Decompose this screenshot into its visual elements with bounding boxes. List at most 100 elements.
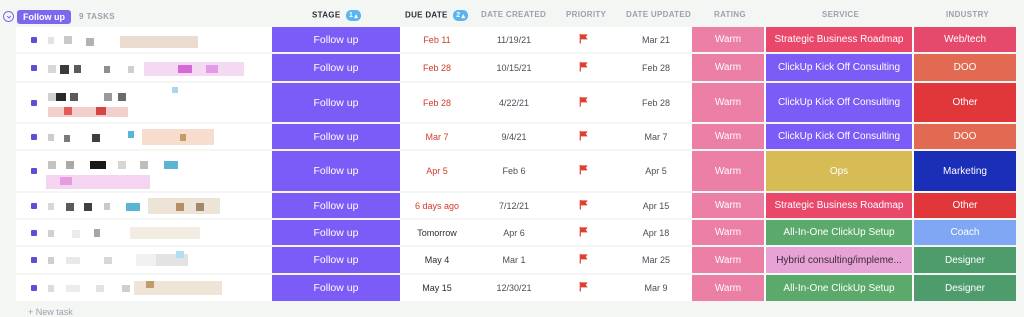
column-header-industry[interactable]: INDUSTRY bbox=[946, 10, 989, 19]
table-row[interactable]: Follow up Feb 28 4/22/21 Feb 28 Warm ClickUp … bbox=[0, 83, 1024, 124]
flag-icon[interactable] bbox=[578, 199, 589, 213]
flag-icon[interactable] bbox=[578, 281, 589, 295]
column-header-stage-label: STAGE bbox=[312, 10, 341, 20]
industry-cell[interactable]: Coach bbox=[914, 220, 1016, 245]
service-cell[interactable]: Strategic Business Roadmap bbox=[766, 27, 912, 52]
table-row[interactable]: Follow up May 4 Mar 1 Mar 25 Warm Hybrid cons… bbox=[0, 247, 1024, 275]
rating-cell[interactable]: Warm bbox=[692, 247, 764, 273]
priority-cell[interactable] bbox=[560, 220, 606, 245]
rating-cell[interactable]: Warm bbox=[692, 27, 764, 52]
stage-cell[interactable]: Follow up bbox=[272, 124, 400, 149]
redacted-task-name bbox=[118, 161, 126, 169]
due-date-cell[interactable]: 6 days ago bbox=[402, 193, 472, 218]
table-row[interactable]: Follow up Feb 11 11/19/21 Mar 21 Warm Strateg… bbox=[0, 27, 1024, 54]
industry-cell[interactable]: Marketing bbox=[914, 151, 1016, 191]
collapse-group-icon[interactable] bbox=[3, 11, 14, 22]
date-created-cell: Feb 6 bbox=[502, 166, 526, 176]
due-date-sort-badge[interactable]: 2 ▴ bbox=[453, 10, 469, 21]
task-status-icon[interactable] bbox=[31, 203, 37, 209]
industry-cell[interactable]: Other bbox=[914, 83, 1016, 122]
rating-cell[interactable]: Warm bbox=[692, 193, 764, 218]
flag-icon[interactable] bbox=[578, 61, 589, 75]
column-header-date-updated[interactable]: DATE UPDATED bbox=[626, 10, 691, 19]
industry-cell[interactable]: DOO bbox=[914, 54, 1016, 81]
service-cell[interactable]: Ops bbox=[766, 151, 912, 191]
task-status-icon[interactable] bbox=[31, 134, 37, 140]
column-header-priority[interactable]: PRIORITY bbox=[566, 10, 606, 19]
industry-cell[interactable]: Designer bbox=[914, 275, 1016, 301]
industry-cell[interactable]: Web/tech bbox=[914, 27, 1016, 52]
table-row[interactable]: Follow up Mar 7 9/4/21 Mar 7 Warm ClickUp Kic… bbox=[0, 124, 1024, 151]
task-status-icon[interactable] bbox=[31, 65, 37, 71]
priority-cell[interactable] bbox=[560, 54, 606, 81]
stage-cell[interactable]: Follow up bbox=[272, 54, 400, 81]
rating-cell[interactable]: Warm bbox=[692, 151, 764, 191]
flag-icon[interactable] bbox=[578, 253, 589, 267]
stage-sort-badge[interactable]: 1 ▴ bbox=[346, 10, 362, 21]
table-row[interactable]: Follow up Apr 5 Feb 6 Apr 5 Warm Ops Marketing bbox=[0, 151, 1024, 193]
redacted-task-name bbox=[74, 65, 81, 73]
priority-cell[interactable] bbox=[560, 247, 606, 273]
column-header-date-created[interactable]: DATE CREATED bbox=[481, 10, 546, 19]
stage-cell[interactable]: Follow up bbox=[272, 83, 400, 122]
service-cell[interactable]: Strategic Business Roadmap bbox=[766, 193, 912, 218]
rating-cell[interactable]: Warm bbox=[692, 275, 764, 301]
task-status-icon[interactable] bbox=[31, 37, 37, 43]
table-row[interactable]: Follow up 6 days ago 7/12/21 Apr 15 Warm Stra… bbox=[0, 193, 1024, 220]
service-cell[interactable]: ClickUp Kick Off Consulting bbox=[766, 54, 912, 81]
stage-cell[interactable]: Follow up bbox=[272, 151, 400, 191]
task-status-icon[interactable] bbox=[31, 168, 37, 174]
flag-icon[interactable] bbox=[578, 130, 589, 144]
priority-cell[interactable] bbox=[560, 124, 606, 149]
service-cell[interactable]: All-In-One ClickUp Setup bbox=[766, 220, 912, 245]
due-date-cell[interactable]: May 15 bbox=[402, 275, 472, 301]
priority-cell[interactable] bbox=[560, 275, 606, 301]
new-task-button[interactable]: + New task bbox=[28, 307, 73, 317]
column-header-due-date[interactable]: DUE DATE 2 ▴ bbox=[405, 10, 469, 21]
rating-cell[interactable]: Warm bbox=[692, 83, 764, 122]
service-cell[interactable]: Hybrid consulting/impleme... bbox=[766, 247, 912, 273]
due-date-cell[interactable]: Feb 28 bbox=[402, 54, 472, 81]
priority-cell[interactable] bbox=[560, 27, 606, 52]
stage-cell[interactable]: Follow up bbox=[272, 275, 400, 301]
table-row[interactable]: Follow up Feb 28 10/15/21 Feb 28 Warm ClickUp… bbox=[0, 54, 1024, 83]
industry-cell[interactable]: Designer bbox=[914, 247, 1016, 273]
column-header-stage[interactable]: STAGE 1 ▴ bbox=[312, 10, 362, 21]
stage-cell[interactable]: Follow up bbox=[272, 220, 400, 245]
table-row[interactable]: Follow up May 15 12/30/21 Mar 9 Warm All-In-O… bbox=[0, 275, 1024, 303]
redacted-task-name bbox=[86, 38, 94, 46]
task-status-icon[interactable] bbox=[31, 285, 37, 291]
due-date-cell[interactable]: Feb 28 bbox=[402, 83, 472, 122]
due-date-cell[interactable]: Apr 5 bbox=[402, 151, 472, 191]
rating-cell[interactable]: Warm bbox=[692, 220, 764, 245]
priority-cell[interactable] bbox=[560, 193, 606, 218]
priority-cell[interactable] bbox=[560, 151, 606, 191]
due-date-cell[interactable]: Feb 11 bbox=[402, 27, 472, 52]
task-status-icon[interactable] bbox=[31, 100, 37, 106]
group-status-pill[interactable]: Follow up bbox=[17, 10, 71, 24]
table-row[interactable]: Follow up Tomorrow Apr 6 Apr 18 Warm All-In-O… bbox=[0, 220, 1024, 247]
priority-cell[interactable] bbox=[560, 83, 606, 122]
task-status-icon[interactable] bbox=[31, 257, 37, 263]
redacted-task-name bbox=[48, 93, 56, 101]
service-cell[interactable]: ClickUp Kick Off Consulting bbox=[766, 124, 912, 149]
column-header-rating[interactable]: RATING bbox=[714, 10, 746, 19]
flag-icon[interactable] bbox=[578, 96, 589, 110]
due-date-cell[interactable]: Tomorrow bbox=[402, 220, 472, 245]
stage-cell[interactable]: Follow up bbox=[272, 193, 400, 218]
rating-cell[interactable]: Warm bbox=[692, 124, 764, 149]
industry-cell[interactable]: Other bbox=[914, 193, 1016, 218]
column-header-service[interactable]: SERVICE bbox=[822, 10, 859, 19]
industry-cell[interactable]: DOO bbox=[914, 124, 1016, 149]
stage-cell[interactable]: Follow up bbox=[272, 27, 400, 52]
service-cell[interactable]: All-In-One ClickUp Setup bbox=[766, 275, 912, 301]
flag-icon[interactable] bbox=[578, 164, 589, 178]
stage-cell[interactable]: Follow up bbox=[272, 247, 400, 273]
flag-icon[interactable] bbox=[578, 226, 589, 240]
due-date-cell[interactable]: Mar 7 bbox=[402, 124, 472, 149]
due-date-cell[interactable]: May 4 bbox=[402, 247, 472, 273]
rating-cell[interactable]: Warm bbox=[692, 54, 764, 81]
service-cell[interactable]: ClickUp Kick Off Consulting bbox=[766, 83, 912, 122]
task-status-icon[interactable] bbox=[31, 230, 37, 236]
flag-icon[interactable] bbox=[578, 33, 589, 47]
